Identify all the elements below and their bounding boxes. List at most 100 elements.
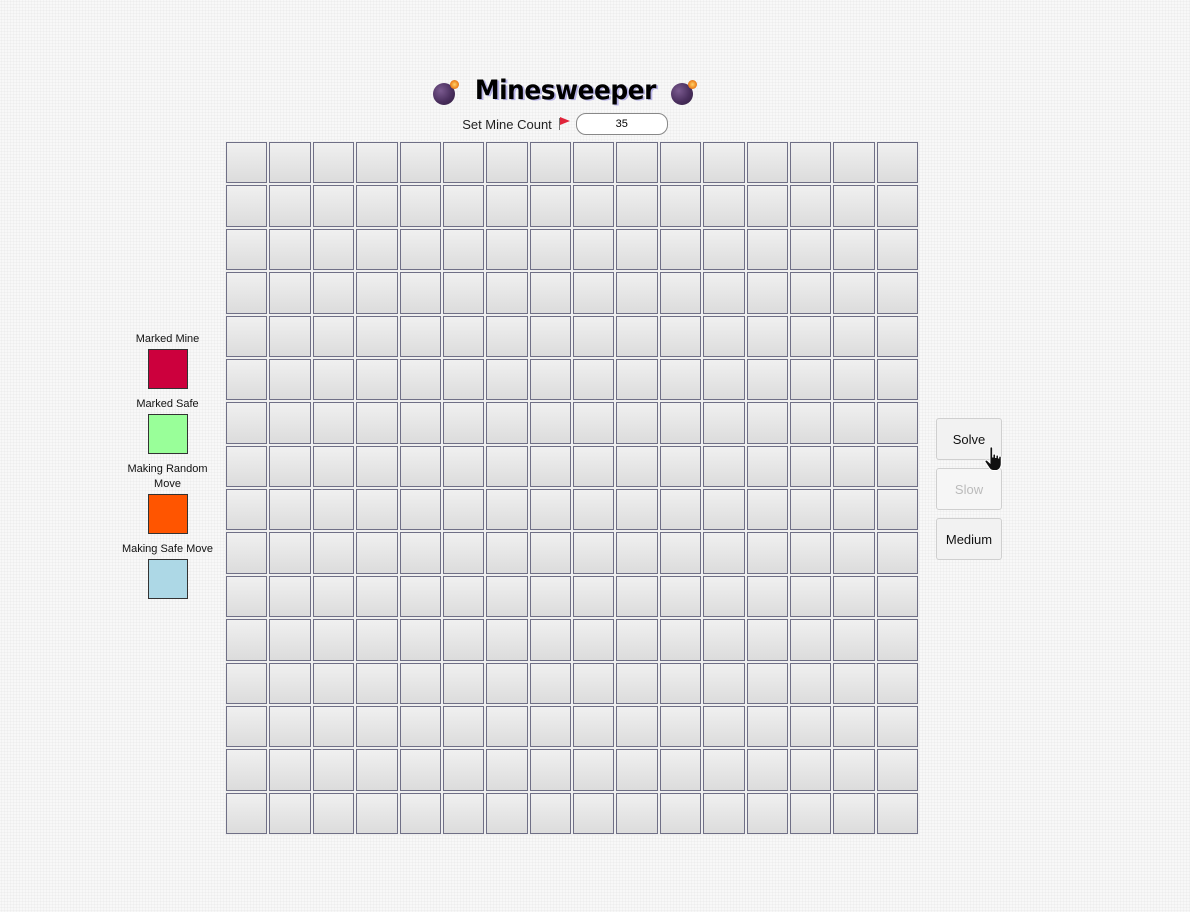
board-cell[interactable] [746,272,788,314]
board-cell[interactable] [746,575,788,618]
board-cell[interactable] [486,315,528,357]
board-cell[interactable] [703,272,745,314]
board-cell[interactable] [703,185,745,227]
board-cell[interactable] [616,662,658,704]
board-cell[interactable] [746,489,788,531]
board-cell[interactable] [659,749,702,791]
board-cell[interactable] [486,228,528,271]
board-cell[interactable] [616,532,658,574]
board-cell[interactable] [833,358,875,401]
board-cell[interactable] [876,489,918,531]
board-cell[interactable] [659,662,702,704]
board-cell[interactable] [442,749,485,791]
board-cell[interactable] [356,749,398,791]
board-cell[interactable] [876,272,918,314]
board-cell[interactable] [486,185,528,227]
board-cell[interactable] [616,228,658,271]
board-cell[interactable] [356,575,398,618]
board-cell[interactable] [356,272,398,314]
board-cell[interactable] [486,402,528,444]
board-cell[interactable] [486,272,528,314]
board-cell[interactable] [269,532,311,574]
board-cell[interactable] [876,402,918,444]
board-cell[interactable] [659,228,702,271]
board-cell[interactable] [746,142,788,184]
board-cell[interactable] [876,532,918,574]
board-cell[interactable] [573,749,615,791]
board-cell[interactable] [746,402,788,444]
board-cell[interactable] [573,489,615,531]
board-cell[interactable] [789,619,832,661]
board-cell[interactable] [226,142,268,184]
board-cell[interactable] [399,532,441,574]
board-cell[interactable] [833,272,875,314]
board-cell[interactable] [529,619,571,661]
board-cell[interactable] [486,792,528,834]
board-cell[interactable] [703,358,745,401]
board-cell[interactable] [833,792,875,834]
board-cell[interactable] [789,185,832,227]
board-cell[interactable] [659,489,702,531]
board-cell[interactable] [442,489,485,531]
board-cell[interactable] [876,749,918,791]
board-cell[interactable] [356,142,398,184]
board-cell[interactable] [573,272,615,314]
board-cell[interactable] [226,358,268,401]
board-cell[interactable] [356,705,398,748]
board-cell[interactable] [442,445,485,487]
board-cell[interactable] [789,532,832,574]
board-cell[interactable] [746,532,788,574]
board-cell[interactable] [529,185,571,227]
board-cell[interactable] [573,185,615,227]
board-cell[interactable] [659,358,702,401]
board-cell[interactable] [486,532,528,574]
board-cell[interactable] [789,662,832,704]
board-cell[interactable] [442,619,485,661]
board-cell[interactable] [312,705,355,748]
board-cell[interactable] [789,142,832,184]
board-cell[interactable] [312,619,355,661]
board-cell[interactable] [312,402,355,444]
board-cell[interactable] [356,185,398,227]
board-cell[interactable] [356,358,398,401]
board-cell[interactable] [746,315,788,357]
board-cell[interactable] [269,445,311,487]
board-cell[interactable] [442,792,485,834]
board-cell[interactable] [529,445,571,487]
board-cell[interactable] [789,489,832,531]
board-cell[interactable] [486,489,528,531]
board-cell[interactable] [399,749,441,791]
board-cell[interactable] [616,792,658,834]
board-cell[interactable] [703,315,745,357]
board-cell[interactable] [876,619,918,661]
mine-count-input[interactable] [575,113,668,135]
board-cell[interactable] [226,228,268,271]
board-cell[interactable] [833,705,875,748]
board-cell[interactable] [312,532,355,574]
board-cell[interactable] [399,228,441,271]
board-cell[interactable] [399,662,441,704]
board-cell[interactable] [573,662,615,704]
board-cell[interactable] [486,662,528,704]
board-cell[interactable] [876,792,918,834]
board-cell[interactable] [486,575,528,618]
board-cell[interactable] [833,402,875,444]
board-cell[interactable] [616,142,658,184]
board-cell[interactable] [659,792,702,834]
board-cell[interactable] [442,228,485,271]
board-cell[interactable] [226,532,268,574]
board-cell[interactable] [616,489,658,531]
board-cell[interactable] [399,705,441,748]
board-cell[interactable] [356,619,398,661]
board-cell[interactable] [659,315,702,357]
board-cell[interactable] [269,272,311,314]
board-cell[interactable] [746,662,788,704]
board-cell[interactable] [356,228,398,271]
board-cell[interactable] [442,272,485,314]
board-cell[interactable] [269,749,311,791]
board-cell[interactable] [659,532,702,574]
board-cell[interactable] [529,272,571,314]
board-cell[interactable] [269,792,311,834]
board-cell[interactable] [226,749,268,791]
board-cell[interactable] [789,358,832,401]
